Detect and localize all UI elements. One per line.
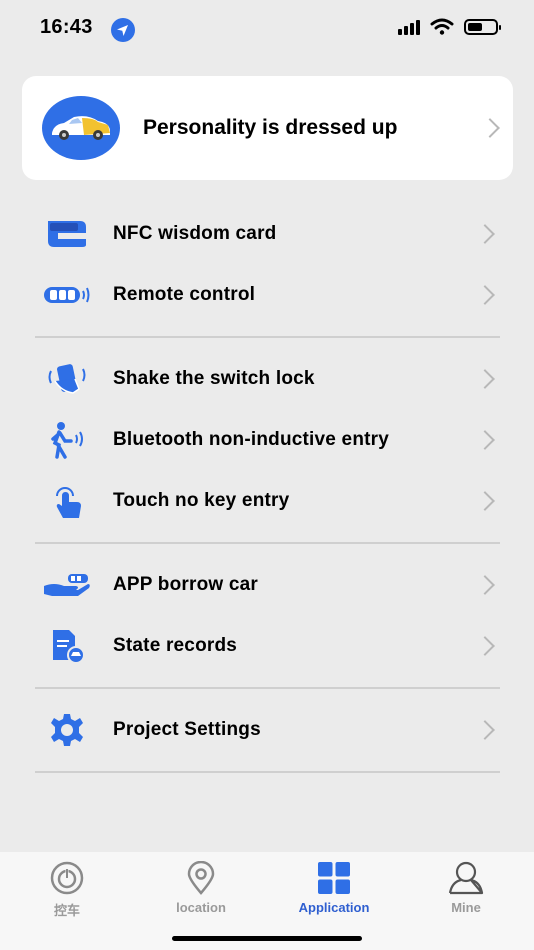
chevron-right-icon	[475, 720, 495, 740]
menu-item-bluetooth-entry[interactable]: Bluetooth non-inductive entry	[0, 410, 534, 470]
home-indicator[interactable]	[172, 936, 362, 941]
chevron-right-icon	[480, 118, 500, 138]
tab-label: location	[176, 900, 226, 915]
menu-item-label: Project Settings	[113, 719, 261, 740]
person-icon	[416, 860, 516, 896]
cellular-signal-icon	[398, 19, 420, 35]
section-divider	[35, 336, 500, 338]
section-divider	[35, 771, 500, 773]
menu-item-project-settings[interactable]: Project Settings	[0, 700, 534, 760]
chevron-right-icon	[475, 430, 495, 450]
tab-control-car[interactable]: 控车	[17, 860, 117, 919]
menu-item-remote-control[interactable]: Remote control	[0, 265, 534, 325]
touch-hand-icon	[40, 479, 94, 523]
battery-icon	[464, 19, 501, 35]
tab-mine[interactable]: Mine	[416, 860, 516, 915]
chevron-right-icon	[475, 369, 495, 389]
tab-application[interactable]: Application	[284, 860, 384, 915]
section-divider	[35, 542, 500, 544]
chevron-right-icon	[475, 575, 495, 595]
menu-item-label: APP borrow car	[113, 574, 258, 595]
section-divider	[35, 687, 500, 689]
chevron-right-icon	[475, 224, 495, 244]
menu-item-nfc-card[interactable]: NFC wisdom card	[0, 204, 534, 264]
tab-label: Application	[298, 900, 370, 915]
status-time: 16:43	[40, 16, 93, 38]
remote-key-icon	[40, 273, 94, 317]
gear-icon	[40, 708, 94, 752]
power-icon	[17, 860, 117, 896]
nfc-card-icon	[40, 212, 94, 256]
car-icon	[42, 96, 120, 160]
menu-item-label: Shake the switch lock	[113, 368, 315, 389]
shake-phone-icon	[40, 357, 94, 401]
chevron-right-icon	[475, 636, 495, 656]
personality-card-title: Personality is dressed up	[143, 116, 398, 139]
tab-location[interactable]: location	[151, 860, 251, 915]
menu-item-label: NFC wisdom card	[113, 223, 277, 244]
grid-icon	[284, 860, 384, 896]
chevron-right-icon	[475, 285, 495, 305]
menu-item-touch-entry[interactable]: Touch no key entry	[0, 471, 534, 531]
status-bar: 16:43	[0, 0, 534, 56]
menu-item-label: Touch no key entry	[113, 490, 290, 511]
tab-label: Mine	[451, 900, 481, 915]
menu-item-label: Remote control	[113, 284, 256, 305]
walking-bluetooth-icon	[40, 418, 94, 462]
records-document-icon	[40, 624, 94, 668]
menu-item-label: Bluetooth non-inductive entry	[113, 429, 390, 450]
hand-key-icon	[40, 563, 94, 607]
menu-item-app-borrow-car[interactable]: APP borrow car	[0, 555, 534, 615]
menu-item-state-records[interactable]: State records	[0, 616, 534, 676]
location-pin-icon	[151, 860, 251, 896]
menu-item-shake-lock[interactable]: Shake the switch lock	[0, 349, 534, 409]
wifi-icon	[430, 18, 454, 35]
tab-label: 控车	[53, 903, 80, 918]
menu-item-label: State records	[113, 635, 238, 656]
chevron-right-icon	[475, 491, 495, 511]
personality-card[interactable]: Personality is dressed up	[22, 76, 513, 180]
location-arrow-icon	[111, 18, 135, 42]
status-indicators	[398, 18, 501, 36]
